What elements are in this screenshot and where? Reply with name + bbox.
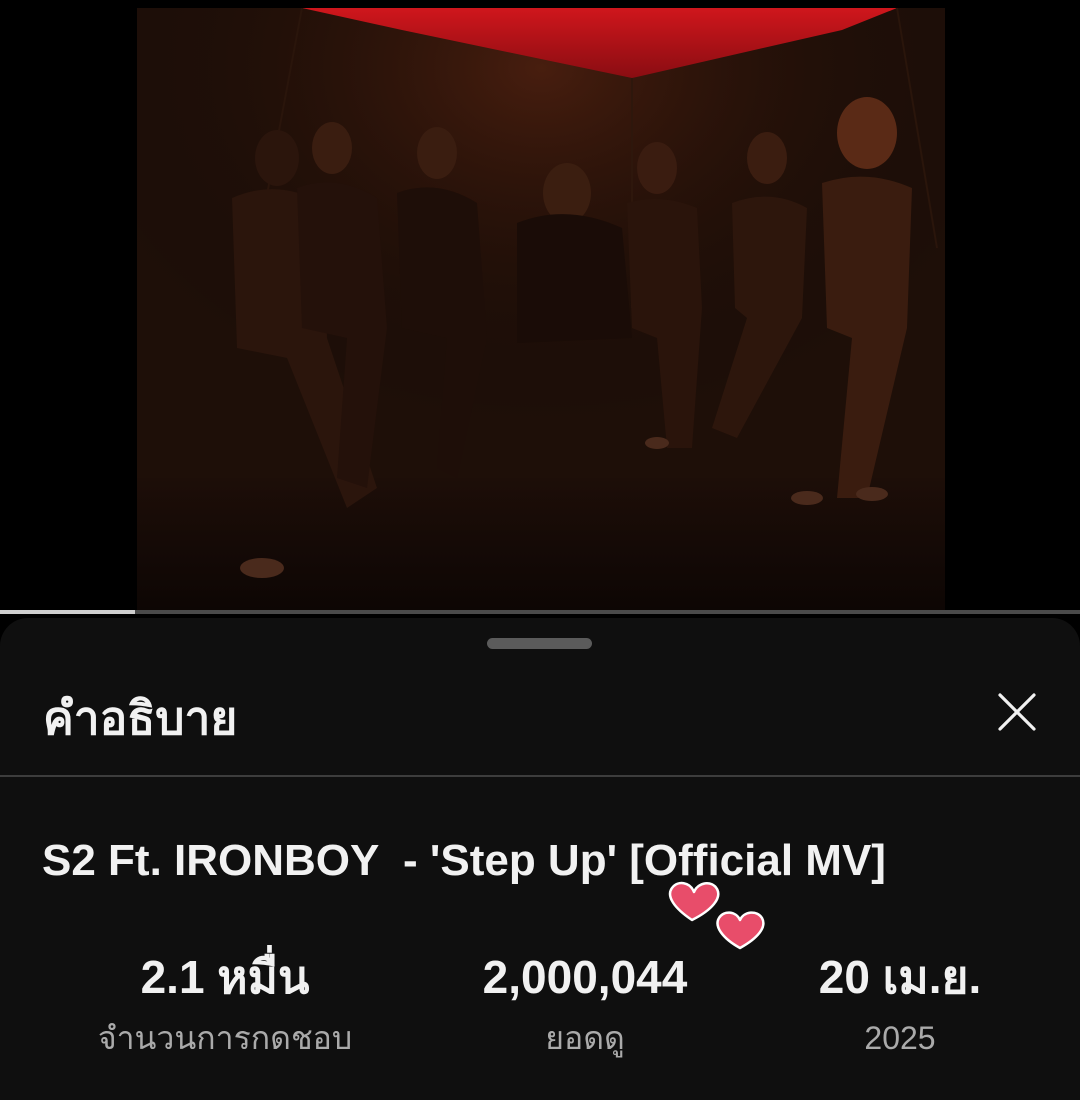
likes-label: จำนวนการกดชอบ (97, 1020, 353, 1056)
video-player[interactable] (0, 0, 1080, 614)
views-label: ยอดดู (545, 1020, 625, 1056)
hearts-sticker-icon (668, 881, 765, 950)
close-button[interactable] (990, 686, 1044, 740)
video-frame[interactable] (137, 8, 945, 610)
video-progress-fill (0, 610, 135, 614)
likes-count: 2.1 หมื่น (140, 951, 310, 1003)
date-stat: 20 เม.ย. 2025 (770, 948, 1030, 1060)
sheet-divider (0, 775, 1080, 777)
video-progress-bar[interactable] (0, 610, 1080, 614)
drag-handle[interactable] (487, 638, 592, 649)
close-icon (998, 693, 1036, 731)
likes-stat: 2.1 หมื่น จำนวนการกดชอบ (40, 948, 410, 1060)
upload-year: 2025 (864, 1020, 936, 1056)
upload-date: 20 เม.ย. (818, 951, 982, 1003)
sheet-title: คำอธิบาย (43, 692, 238, 744)
video-thumbnail (137, 8, 945, 610)
app-screen: คำอธิบาย S2 Ft. IRONBOY - 'Step Up' [Off… (0, 0, 1080, 1100)
views-stat: 2,000,044 ยอดดู (420, 948, 750, 1060)
description-sheet: คำอธิบาย S2 Ft. IRONBOY - 'Step Up' [Off… (0, 618, 1080, 1100)
